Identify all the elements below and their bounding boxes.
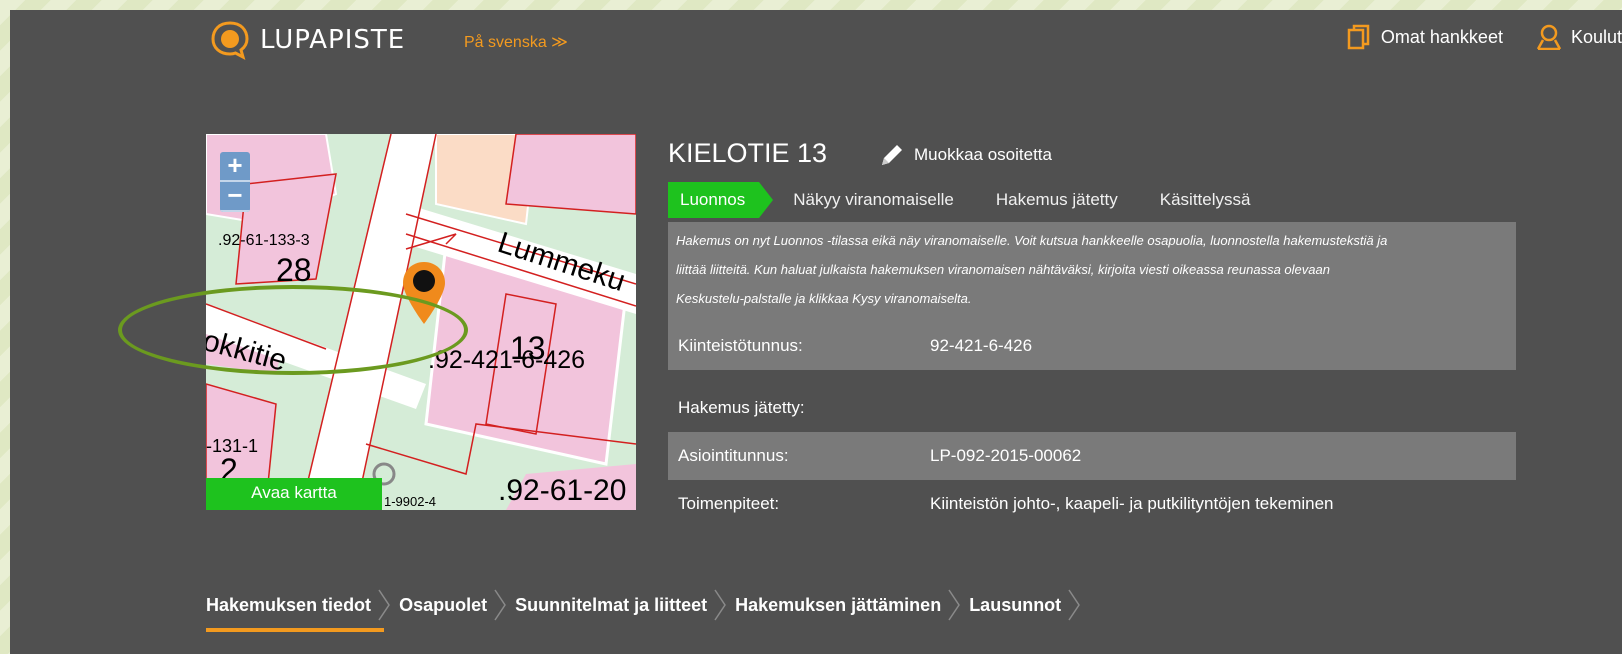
status-step-in-processing: Käsittelyssä — [1159, 190, 1251, 209]
project-title: KIELOTIE 13 — [668, 138, 828, 168]
status-notice: Hakemus on nyt Luonnos -tilassa eikä näy… — [668, 222, 1516, 322]
status-step-visible-to-authority: Näkyy viranomaiselle — [793, 190, 954, 209]
application-tabs: Hakemuksen tiedot Osapuolet Suunnitelmat… — [206, 588, 1089, 622]
nav-my-projects-label: Omat hankkeet — [1380, 26, 1503, 47]
tab-label: Lausunnot — [969, 594, 1062, 615]
notice-line: Keskustelu-palstalle ja klikkaa Kysy vir… — [676, 291, 972, 306]
info-row-property-id: Kiinteistötunnus: 92-421-6-426 — [668, 322, 1516, 370]
app-window: LUPAPISTE På svenska ≫ Omat hankkeet Kou… — [10, 10, 1622, 654]
status-step-draft: Luonnos — [668, 182, 774, 218]
map-tiles — [206, 134, 636, 510]
info-label: Asiointitunnus: — [678, 446, 789, 465]
lupapiste-logo[interactable]: LUPAPISTE — [210, 20, 405, 60]
map-parcel-label: 1-9902-4 — [384, 494, 437, 509]
tab-application-info[interactable]: Hakemuksen tiedot — [206, 588, 399, 622]
location-map[interactable]: + − .92-61-133-3 28 Lummeku okkitie .92-… — [206, 134, 636, 510]
pencil-icon — [882, 145, 902, 165]
info-row-case-id: Asiointitunnus: LP-092-2015-00062 — [668, 432, 1516, 480]
active-tab-indicator — [206, 628, 384, 632]
tab-label: Hakemuksen tiedot — [206, 594, 372, 615]
status-steps: Luonnos Näkyy viranomaiselle Hakemus jät… — [668, 182, 1292, 218]
chevron-right-icon — [1068, 589, 1081, 621]
map-house-number: 28 — [276, 252, 312, 288]
tab-label: Hakemuksen jättäminen — [735, 594, 942, 615]
nav-training[interactable]: Koulut — [1536, 24, 1622, 50]
tab-statements[interactable]: Lausunnot — [969, 588, 1089, 622]
edit-address-link[interactable]: Muokkaa osoitetta — [878, 141, 1052, 169]
open-map-button[interactable]: Avaa kartta — [206, 478, 382, 510]
tab-label: Suunnitelmat ja liitteet — [515, 594, 708, 615]
map-house-number: 13 — [510, 330, 546, 366]
top-navigation: Omat hankkeet Koulut — [1313, 24, 1622, 50]
chevron-right-icon — [494, 589, 506, 621]
chevron-right-icon — [378, 589, 390, 621]
brand-name: LUPAPISTE — [260, 25, 406, 55]
tab-label: Osapuolet — [399, 594, 488, 615]
zoom-out-button[interactable]: − — [220, 182, 250, 212]
notice-line: liittää liitteitä. Kun haluat julkaista … — [676, 262, 1330, 277]
nav-my-projects[interactable]: Omat hankkeet — [1347, 24, 1503, 50]
info-row-operations: Toimenpiteet: Kiinteistön johto-, kaapel… — [668, 480, 1516, 528]
notice-line: Hakemus on nyt Luonnos -tilassa eikä näy… — [676, 233, 1388, 248]
chevron-right-icon — [714, 589, 727, 621]
chevron-right-icon — [948, 589, 961, 621]
map-parcel-label: .92-61-133-3 — [218, 232, 310, 249]
tab-plans-attachments[interactable]: Suunnitelmat ja liitteet — [515, 588, 735, 622]
map-parcel-label: .92-421-6-426 — [428, 346, 586, 374]
info-label: Kiinteistötunnus: — [678, 336, 803, 355]
tab-parties[interactable]: Osapuolet — [399, 588, 515, 622]
edit-address-label: Muokkaa osoitetta — [914, 145, 1052, 164]
map-zoom-control: + − — [220, 152, 250, 212]
info-label: Toimenpiteet: — [678, 494, 780, 513]
info-label: Hakemus jätetty: — [678, 398, 805, 417]
nav-training-label: Koulut — [1570, 26, 1622, 47]
info-row-submitted: Hakemus jätetty: — [668, 384, 1516, 432]
documents-icon — [1347, 24, 1370, 50]
zoom-in-button[interactable]: + — [220, 152, 250, 182]
tab-submission[interactable]: Hakemuksen jättäminen — [735, 588, 969, 622]
language-switch-link[interactable]: På svenska ≫ — [464, 32, 568, 52]
info-value: 92-421-6-426 — [930, 336, 1033, 355]
info-value: LP-092-2015-00062 — [930, 446, 1082, 465]
status-step-submitted: Hakemus jätetty — [995, 190, 1118, 209]
user-icon — [1536, 24, 1561, 50]
speech-bubble-logo-icon — [211, 21, 249, 60]
map-parcel-label: .92-61-20 — [498, 474, 627, 507]
info-value: Kiinteistön johto-, kaapeli- ja putkilit… — [930, 494, 1334, 513]
